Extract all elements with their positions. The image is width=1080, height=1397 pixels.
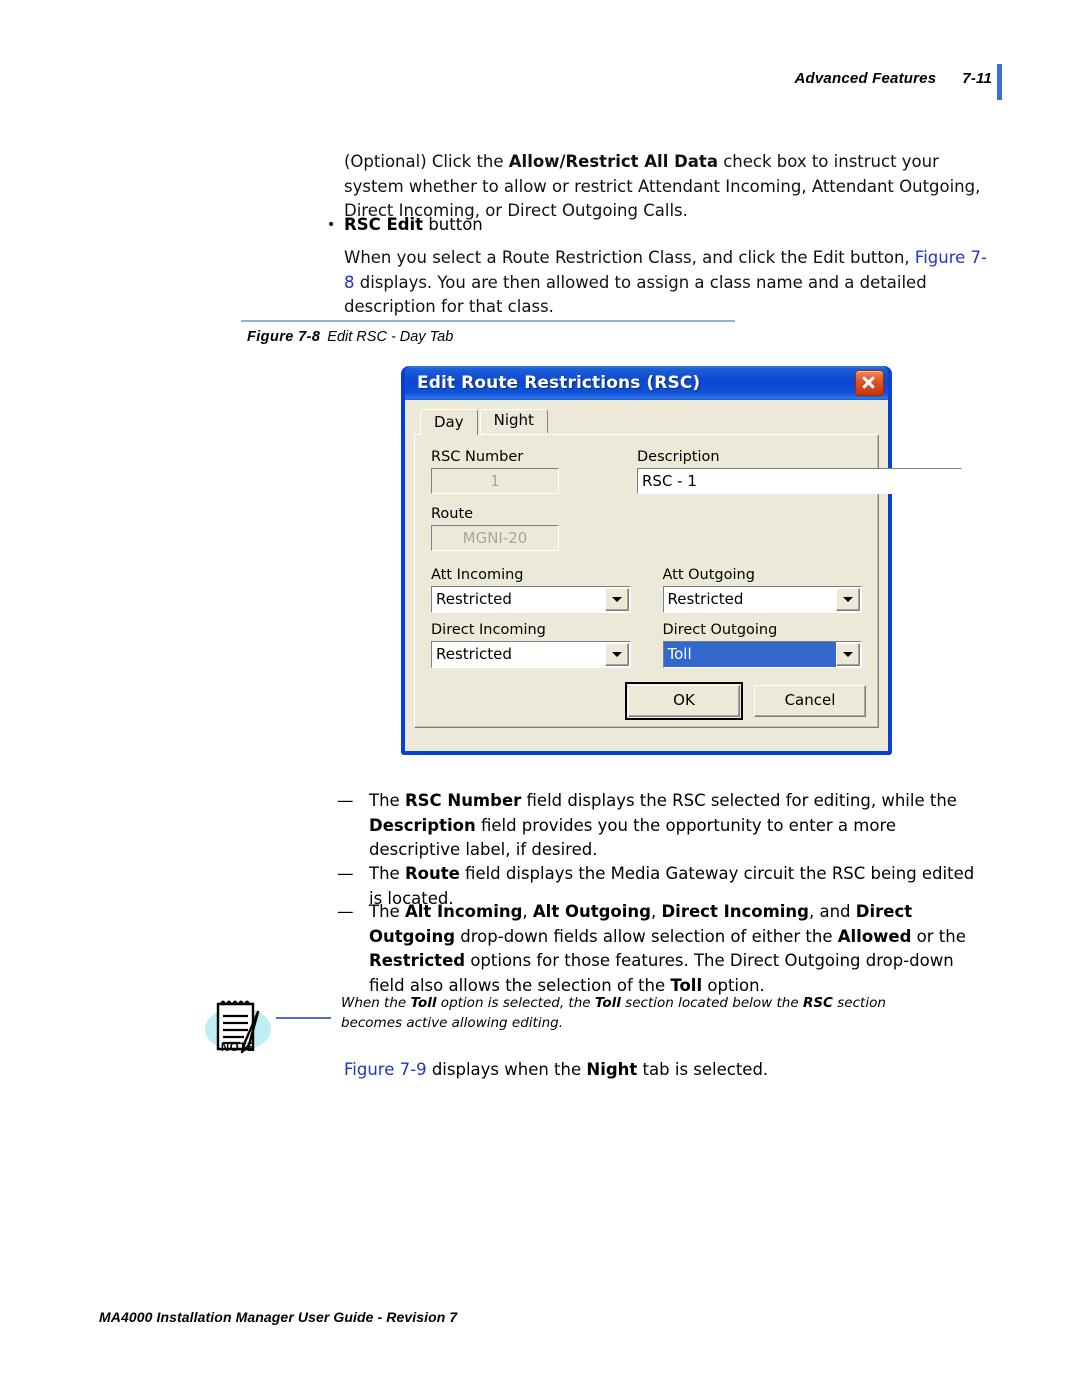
figure-7-9-link[interactable]: Figure 7-9	[344, 1060, 427, 1079]
chapter-title: Advanced Features	[794, 70, 937, 87]
att-outgoing-dropdown[interactable]: Restricted	[662, 586, 862, 613]
chevron-down-icon[interactable]	[836, 643, 860, 666]
route-group: Route MGNI-20	[431, 506, 862, 551]
edit-post: displays. You are then allowed to assign…	[344, 272, 927, 317]
edit-pre: When you select a Route Restriction Clas…	[344, 248, 915, 267]
page-running-header: Advanced Features 7-11	[794, 70, 992, 87]
tab-night[interactable]: Night	[479, 409, 548, 433]
dash-item-rsc-number: — The RSC Number field displays the RSC …	[337, 789, 992, 863]
cancel-button[interactable]: Cancel	[754, 685, 866, 717]
dash-marker: —	[337, 902, 354, 921]
figure-caption-number: Figure 7-8	[247, 329, 321, 345]
close-icon[interactable]	[855, 370, 884, 396]
direct-row: Direct Incoming Restricted Direct Outgoi…	[431, 622, 862, 668]
rsc-number-group: RSC Number 1	[431, 449, 607, 494]
figure-caption-rule	[241, 320, 735, 322]
att-incoming-dropdown[interactable]: Restricted	[431, 586, 631, 613]
direct-outgoing-value: Toll	[663, 642, 836, 667]
chevron-down-icon[interactable]	[836, 588, 860, 611]
fig9-bold: Night	[586, 1060, 638, 1079]
ok-button[interactable]: OK	[625, 682, 743, 720]
direct-outgoing-group: Direct Outgoing Toll	[662, 622, 862, 668]
att-incoming-group: Att Incoming Restricted	[431, 567, 631, 613]
note-connector-line	[276, 1017, 331, 1019]
direct-incoming-value: Restricted	[436, 645, 512, 663]
description-group: Description RSC - 1	[637, 449, 962, 494]
optional-bold: Allow/Restrict All Data	[508, 152, 718, 171]
att-incoming-value: Restricted	[436, 590, 512, 608]
dash-item-text: The RSC Number field displays the RSC se…	[369, 791, 957, 859]
bullet-dot-icon: •	[327, 217, 336, 233]
note-label: NOTE	[220, 1042, 256, 1054]
figure-caption: Figure 7-8 Edit RSC - Day Tab	[247, 329, 453, 345]
bullet-rest: button	[423, 215, 483, 234]
bullet-bold-label: RSC Edit	[344, 215, 424, 234]
dash-marker: —	[337, 791, 354, 810]
fig9-mid: displays when the	[426, 1060, 587, 1079]
tab-panel-day: RSC Number 1 Description RSC - 1 Route M…	[414, 434, 962, 728]
att-outgoing-group: Att Outgoing Restricted	[662, 567, 862, 613]
tab-strip: Day Night	[414, 408, 879, 435]
tab-day[interactable]: Day	[420, 409, 478, 435]
att-outgoing-label: Att Outgoing	[662, 567, 755, 583]
chevron-down-icon[interactable]	[604, 588, 629, 611]
page-footer: MA4000 Installation Manager User Guide -…	[99, 1309, 458, 1325]
description-input[interactable]: RSC - 1	[637, 468, 962, 494]
figure-caption-title: Edit RSC - Day Tab	[327, 329, 454, 345]
dialog-button-row: OK Cancel	[625, 682, 866, 720]
att-incoming-label: Att Incoming	[431, 567, 524, 583]
direct-incoming-dropdown[interactable]: Restricted	[431, 641, 631, 668]
bullet-rsc-edit: • RSC Edit button	[327, 213, 967, 237]
rsc-number-label: RSC Number	[431, 449, 524, 465]
att-row: Att Incoming Restricted Att Outgoing Res…	[431, 567, 862, 613]
route-label: Route	[431, 506, 474, 522]
header-accent-bar	[997, 64, 1002, 100]
chevron-down-icon[interactable]	[604, 643, 629, 666]
direct-outgoing-dropdown[interactable]: Toll	[662, 641, 862, 668]
optional-pre: (Optional) Click the	[344, 152, 509, 171]
figure-7-9-line: Figure 7-9 displays when the Night tab i…	[344, 1058, 984, 1082]
dash-item-dropdowns: — The Alt Incoming, Alt Outgoing, Direct…	[337, 900, 992, 998]
dash-item-text: The Alt Incoming, Alt Outgoing, Direct I…	[369, 902, 966, 995]
rsc-number-description-row: RSC Number 1 Description RSC - 1	[431, 449, 962, 494]
page-number: 7-11	[962, 70, 992, 87]
direct-outgoing-label: Direct Outgoing	[662, 622, 778, 638]
dash-marker: —	[337, 864, 354, 883]
att-outgoing-value: Restricted	[667, 590, 744, 608]
fig9-post: tab is selected.	[637, 1060, 769, 1079]
route-input: MGNI-20	[431, 525, 559, 551]
dialog-titlebar: Edit Route Restrictions (RSC)	[405, 366, 888, 400]
edit-route-restrictions-dialog: Edit Route Restrictions (RSC) Day Night …	[401, 366, 962, 755]
rsc-number-input: 1	[431, 468, 559, 494]
dialog-body: Day Night RSC Number 1 Description RSC -…	[405, 400, 962, 751]
direct-incoming-label: Direct Incoming	[431, 622, 546, 638]
edit-paragraph: When you select a Route Restriction Clas…	[344, 246, 989, 320]
dialog-title: Edit Route Restrictions (RSC)	[417, 373, 701, 393]
note-text: When the Toll option is selected, the To…	[341, 995, 886, 1031]
description-label: Description	[637, 449, 720, 465]
direct-incoming-group: Direct Incoming Restricted	[431, 622, 631, 668]
